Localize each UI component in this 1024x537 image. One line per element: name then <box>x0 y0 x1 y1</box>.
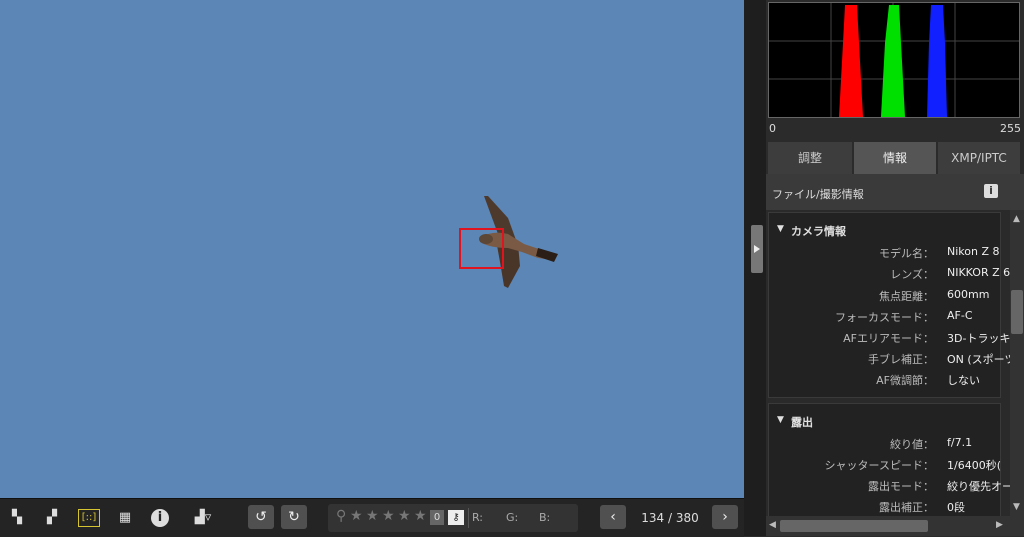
info-value: ON (スポーツ <box>947 353 1010 366</box>
star-5[interactable]: ★ <box>414 508 427 524</box>
section-title[interactable]: 露出 <box>791 414 813 430</box>
vertical-scrollbar[interactable]: ▲ ▼ <box>1010 210 1024 516</box>
histogram-icon[interactable]: ▟▿ <box>188 507 218 529</box>
tab-adjust[interactable]: 調整 <box>768 142 852 174</box>
info-label: シャッタースピード： <box>824 459 934 472</box>
scroll-up-icon[interactable]: ▲ <box>1013 214 1020 224</box>
info-value: NIKKOR Z 6 <box>947 266 1010 279</box>
camera-info-section: ▼ カメラ情報 モデル名： Nikon Z 8 レンズ： NIKKOR Z 6 … <box>768 212 1010 398</box>
grid-icon[interactable]: ▦ <box>114 507 136 529</box>
info-label: レンズ： <box>890 268 934 281</box>
info-label: フォーカスモード： <box>835 311 934 324</box>
histogram-max-label: 255 <box>1000 122 1021 135</box>
info-panel-title: ファイル/撮影情報 <box>772 188 864 201</box>
info-label: 焦点距離： <box>879 290 934 303</box>
info-value: 絞り優先オー <box>947 480 1010 493</box>
scroll-down-icon[interactable]: ▼ <box>1013 502 1020 512</box>
collapse-triangle-icon[interactable]: ▼ <box>777 415 784 425</box>
info-value: 3D-トラッキン <box>947 332 1010 345</box>
info-label: AFエリアモード： <box>843 332 934 345</box>
info-label: モデル名： <box>879 247 934 260</box>
image-counter: 134 / 380 <box>641 511 699 525</box>
vertical-scroll-thumb[interactable] <box>1011 290 1023 334</box>
horizontal-scrollbar[interactable]: ◀ ▶ <box>766 516 1024 536</box>
rating-bar: ⚲ ★ ★ ★ ★ ★ 0 ⚷ R: G: B: <box>328 504 578 532</box>
horizontal-scroll-thumb[interactable] <box>780 520 928 532</box>
info-value: Nikon Z 8 <box>947 245 1000 258</box>
scroll-right-icon[interactable]: ▶ <box>996 520 1003 530</box>
info-value: 0段 <box>947 501 965 514</box>
info-label: 露出補正： <box>879 501 934 514</box>
exposure-section: ▼ 露出 絞り値： f/7.1 シャッタースピード： 1/6400秒( 露出モー… <box>768 403 1010 516</box>
tab-info[interactable]: 情報 <box>854 142 936 174</box>
info-panel-header: ファイル/撮影情報 i <box>766 174 1024 210</box>
info-settings-icon[interactable]: i <box>984 184 998 198</box>
rating-count: 0 <box>430 510 444 525</box>
histogram-min-label: 0 <box>769 122 776 135</box>
bottom-toolbar: ▚ ▞ [::] ▦ i ▟▿ ↺ ↻ ⚲ ★ ★ ★ ★ ★ 0 ⚷ R: G… <box>0 498 744 537</box>
next-image-button[interactable]: › <box>712 505 738 529</box>
tab-xmp-iptc[interactable]: XMP/IPTC <box>938 142 1020 174</box>
single-view-icon[interactable]: ▚ <box>6 507 28 529</box>
info-value: 600mm <box>947 288 990 301</box>
collapse-triangle-icon[interactable]: ▼ <box>777 224 784 234</box>
info-label: 手ブレ補正： <box>868 353 934 366</box>
info-value: AF-C <box>947 309 973 322</box>
rgb-histogram <box>768 2 1020 118</box>
focus-point-box <box>459 228 504 269</box>
rgb-b-label: B: <box>539 511 551 524</box>
info-panel-body: ▼ カメラ情報 モデル名： Nikon Z 8 レンズ： NIKKOR Z 6 … <box>766 210 1010 516</box>
section-title[interactable]: カメラ情報 <box>791 223 846 239</box>
scroll-left-icon[interactable]: ◀ <box>769 520 776 530</box>
protect-key-icon[interactable]: ⚷ <box>448 510 464 525</box>
info-label: 露出モード： <box>868 480 934 493</box>
star-2[interactable]: ★ <box>366 508 379 524</box>
panel-tabs: 調整 情報 XMP/IPTC <box>766 142 1024 174</box>
rgb-g-label: G: <box>506 511 519 524</box>
info-label: AF微調節： <box>876 374 934 387</box>
rotate-right-button[interactable]: ↻ <box>281 505 307 529</box>
info-value: 1/6400秒( <box>947 459 1001 472</box>
info-value: f/7.1 <box>947 436 973 449</box>
panel-collapse-handle[interactable] <box>751 225 763 273</box>
info-icon[interactable]: i <box>151 509 169 527</box>
star-3[interactable]: ★ <box>382 508 395 524</box>
info-value: しない <box>947 374 980 387</box>
focus-point-icon[interactable]: [::] <box>78 509 100 527</box>
star-1[interactable]: ★ <box>350 508 363 524</box>
rgb-r-label: R: <box>472 511 484 524</box>
trash-icon[interactable]: ⚲ <box>336 508 346 524</box>
star-4[interactable]: ★ <box>398 508 411 524</box>
image-viewer[interactable] <box>0 0 744 498</box>
rotate-left-button[interactable]: ↺ <box>248 505 274 529</box>
info-label: 絞り値： <box>890 438 934 451</box>
compare-view-icon[interactable]: ▞ <box>41 507 63 529</box>
